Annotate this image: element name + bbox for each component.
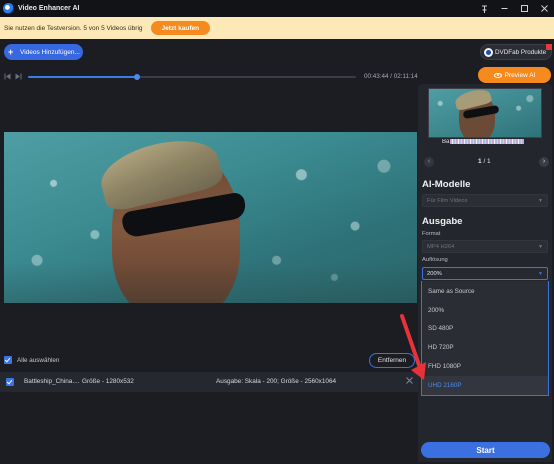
remove-button[interactable]: Entfernen [369,353,415,368]
resolution-option-200[interactable]: 200% [422,301,548,320]
skip-back-icon[interactable] [4,73,12,81]
page-current: 1 [478,158,482,165]
window-controls [474,0,554,17]
ai-model-value: Für Film Videos [427,197,468,204]
progress-handle[interactable] [134,74,141,80]
format-select[interactable]: MP4 H264 ▼ [422,240,548,253]
progress-fill [28,76,138,78]
video-thumbnail[interactable] [428,88,542,138]
time-readout: 00:43:44 / 02:11:14 [364,73,418,80]
dvdfab-products-label: DVDFab Produkte [495,48,547,56]
start-button[interactable]: Start [421,442,550,458]
thumbnail-caption: Ba [442,139,542,145]
resolution-option-sd-480p[interactable]: SD 480P [422,319,548,338]
notification-badge [546,44,552,50]
chevron-down-icon: ▼ [538,271,543,277]
progress-track[interactable] [28,74,356,80]
resolution-value: 200% [427,270,442,277]
file-checkbox[interactable] [6,378,14,386]
thumbnail-caption-text: Ba [442,139,450,145]
output-title: Ausgabe [422,216,463,227]
file-output-info: Ausgabe: Skala - 200; Größe - 2560x1064 [216,378,337,385]
skip-forward-icon[interactable] [15,73,23,81]
thumbnail-caption-strip [450,139,525,144]
next-page-icon[interactable]: › [539,157,549,167]
page-indicator: 1 / 1 [478,158,491,165]
resolution-option-same-as-source[interactable]: Same as Source [422,282,548,301]
video-shade [4,263,417,303]
format-label: Format [422,231,441,237]
buy-now-button[interactable]: Jetzt kaufen [150,21,211,35]
file-input-size: Größe - 1280x532 [82,378,134,385]
add-videos-button[interactable]: + Videos Hinzufügen... [4,44,83,60]
app-logo-icon [3,3,14,14]
minimize-icon[interactable] [494,0,514,17]
file-list-row[interactable]: Battleship_China.... Größe - 1280x532 Au… [0,372,418,392]
ai-model-select[interactable]: Für Film Videos ▼ [422,194,548,207]
resolution-select[interactable]: 200% ▼ [422,267,548,280]
file-name: Battleship_China.... [24,378,80,385]
resolution-dropdown: Same as Source 200% SD 480P HD 720P FHD … [421,281,549,396]
ai-models-title: AI-Modelle [422,179,471,190]
dvdfab-products-button[interactable]: DVDFab Produkte [480,44,552,60]
preview-ai-label: Preview AI [504,71,536,79]
format-value: MP4 H264 [427,243,455,250]
chevron-down-icon: ▼ [538,244,543,250]
dvdfab-logo-icon [484,47,493,57]
resolution-label: Auflösung [422,257,448,263]
resolution-option-fhd-1080p[interactable]: FHD 1080P [422,357,548,376]
select-all-checkbox[interactable] [4,356,12,364]
add-videos-label: Videos Hinzufügen... [20,48,80,56]
thumbnail-pager: ‹ 1 / 1 › [422,156,550,168]
chevron-down-icon: ▼ [538,198,543,204]
select-all-label: Alle auswählen [17,356,60,364]
select-all-row: Alle auswählen [4,352,416,368]
trial-message: Sie nutzen die Testversion. 5 von 5 Vide… [4,24,143,32]
video-preview [4,132,417,303]
preview-ai-button[interactable]: Preview AI [478,67,551,83]
pin-icon[interactable] [474,0,494,17]
playback-seekbar: 00:43:44 / 02:11:14 [0,70,420,84]
previous-page-icon[interactable]: ‹ [424,157,434,167]
page-total: / 1 [483,158,491,165]
close-icon[interactable] [534,0,554,17]
trial-banner: Sie nutzen die Testversion. 5 von 5 Vide… [0,17,554,39]
eye-icon [493,72,502,78]
settings-panel: Ba ‹ 1 / 1 › AI-Modelle Für Film Videos … [418,84,552,462]
plus-icon: + [8,46,14,57]
resolution-option-hd-720p[interactable]: HD 720P [422,338,548,357]
title-bar: Video Enhancer AI [0,0,554,17]
app-title: Video Enhancer AI [18,5,80,12]
remove-file-icon[interactable] [406,376,413,386]
resolution-option-uhd-2160p[interactable]: UHD 2160P [422,376,548,395]
maximize-icon[interactable] [514,0,534,17]
